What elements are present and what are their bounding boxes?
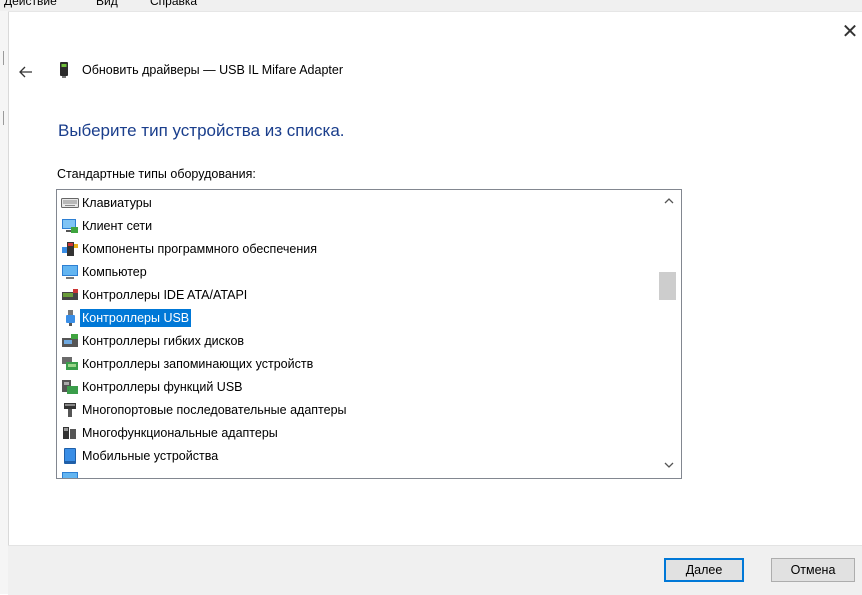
device-type-list[interactable]: Клавиатуры Клиент сети Компоненты программ… [56, 189, 682, 479]
close-icon: ✕ [841, 21, 859, 43]
list-item-label: Контроллеры USB [80, 309, 192, 327]
menu-action[interactable]: Действие [4, 0, 57, 8]
menu-help[interactable]: Справка [150, 0, 197, 8]
divider [8, 11, 862, 12]
list-item[interactable]: Компьютер [61, 261, 149, 283]
floppy-controller-icon [62, 334, 78, 347]
storage-controller-icon [62, 357, 78, 370]
next-button[interactable]: Далее [664, 558, 744, 582]
monitor-icon [62, 472, 78, 478]
wizard-footer: Далее Отмена [8, 545, 862, 595]
list-item-label: Контроллеры функций USB [82, 380, 243, 394]
list-item[interactable]: Многофункциональные адаптеры [61, 422, 280, 444]
list-item-label: Мобильные устройства [82, 449, 219, 463]
window-left-edge [0, 11, 9, 594]
list-label: Стандартные типы оборудования: [57, 167, 256, 181]
menu-bar: Действие Вид Справка [0, 0, 862, 11]
menu-view[interactable]: Вид [96, 0, 118, 8]
list-item-label: Компьютер [82, 265, 147, 279]
close-button[interactable]: ✕ [838, 20, 862, 44]
software-component-icon [62, 242, 78, 256]
list-item[interactable]: Контроллеры USB [61, 307, 192, 329]
list-item[interactable]: Клиент сети [61, 215, 154, 237]
chevron-down-icon [664, 462, 674, 468]
list-item-label: Контроллеры запоминающих устройств [82, 357, 314, 371]
list-item[interactable]: Клавиатуры [61, 192, 154, 214]
cancel-button[interactable]: Отмена [771, 558, 855, 582]
list-item[interactable] [61, 468, 84, 478]
list-item-label: Контроллеры гибких дисков [82, 334, 245, 348]
list-item-label: Клавиатуры [82, 196, 152, 210]
list-item-label: Клиент сети [82, 219, 153, 233]
scroll-up-button[interactable] [657, 192, 681, 209]
list-item-label: Контроллеры IDE ATA/ATAPI [82, 288, 248, 302]
list-item[interactable]: Контроллеры функций USB [61, 376, 245, 398]
usb-controller-icon [66, 310, 75, 326]
instruction-heading: Выберите тип устройства из списка. [58, 121, 345, 140]
list-item-label: Компоненты программного обеспечения [82, 242, 317, 256]
network-client-icon [62, 219, 78, 233]
list-item[interactable]: Компоненты программного обеспечения [61, 238, 319, 260]
list-item[interactable]: Многопортовые последовательные адаптеры [61, 399, 349, 421]
wizard-title: Обновить драйверы — USB IL Mifare Adapte… [82, 63, 343, 77]
list-item-label: Многопортовые последовательные адаптеры [82, 403, 347, 417]
list-item-label: Многофункциональные адаптеры [82, 426, 278, 440]
keyboard-icon [61, 198, 79, 208]
back-button[interactable] [16, 62, 36, 82]
mobile-device-icon [64, 448, 76, 464]
usb-function-controller-icon [62, 380, 78, 394]
ide-controller-icon [62, 289, 78, 300]
multiport-serial-icon [64, 403, 76, 417]
list-item[interactable]: Контроллеры IDE ATA/ATAPI [61, 284, 249, 306]
computer-icon [62, 265, 78, 279]
usb-device-icon [60, 62, 68, 78]
scroll-thumb[interactable] [659, 272, 676, 300]
arrow-left-icon [19, 66, 32, 78]
vertical-scrollbar[interactable] [657, 190, 681, 478]
list-item[interactable]: Контроллеры запоминающих устройств [61, 353, 315, 375]
chevron-up-icon [664, 198, 674, 204]
list-item[interactable]: Мобильные устройства [61, 445, 220, 467]
list-item-label [80, 477, 84, 478]
scroll-down-button[interactable] [657, 457, 681, 474]
list-items: Клавиатуры Клиент сети Компоненты программ… [57, 190, 655, 478]
list-item[interactable]: Контроллеры гибких дисков [61, 330, 246, 352]
multifunction-adapter-icon [63, 427, 76, 439]
